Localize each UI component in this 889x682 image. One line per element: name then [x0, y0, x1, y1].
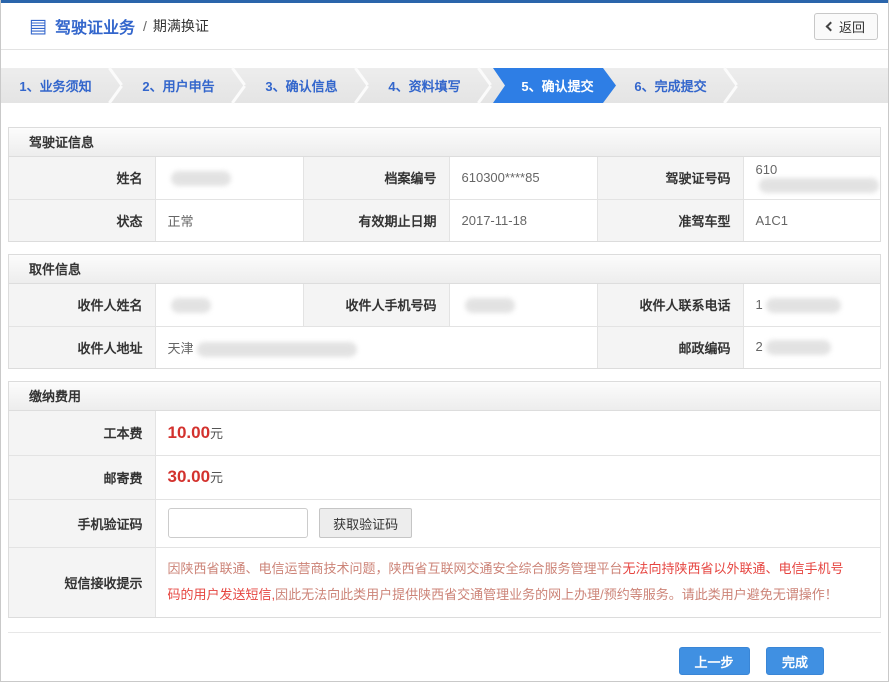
status-label: 状态	[9, 199, 155, 241]
production-fee-amount: 10.00	[168, 423, 211, 442]
redacted-text	[197, 342, 357, 357]
vehicle-type-value: A1C1	[743, 199, 880, 241]
chevron-left-icon	[826, 21, 836, 31]
recipient-name-label: 收件人姓名	[9, 284, 155, 326]
license-section-title: 驾驶证信息	[9, 128, 880, 157]
redacted-text	[766, 298, 841, 313]
breadcrumb-separator: /	[143, 18, 147, 34]
file-no-value: 610300****85	[449, 157, 597, 199]
step-1-notice: 1、业务须知	[1, 68, 110, 103]
redacted-text	[766, 340, 831, 355]
production-fee-unit: 元	[210, 426, 223, 441]
step-separator-icon	[356, 68, 370, 103]
pickup-info-section: 取件信息 收件人姓名 收件人手机号码 收件人联系电话 1 收件人地址 天津 邮政…	[8, 254, 881, 369]
sms-notice-value: 因陕西省联通、电信运营商技术问题，陕西省互联网交通安全综合服务管理平台无法向持陕…	[155, 547, 880, 617]
valid-until-value: 2017-11-18	[449, 199, 597, 241]
pickup-info-table: 收件人姓名 收件人手机号码 收件人联系电话 1 收件人地址 天津 邮政编码 2	[9, 284, 880, 368]
fees-section: 缴纳费用 工本费 10.00元 邮寄费 30.00元 手机验证码 获取验证码	[8, 381, 881, 618]
table-row: 手机验证码 获取验证码	[9, 499, 880, 547]
redacted-text	[171, 171, 231, 186]
captcha-label: 手机验证码	[9, 499, 155, 547]
back-button[interactable]: 返回	[814, 13, 878, 40]
recipient-name-value	[155, 284, 303, 326]
vehicle-type-label: 准驾车型	[597, 199, 743, 241]
back-button-label: 返回	[839, 17, 865, 36]
sms-notice-text: 因陕西省联通、电信运营商技术问题，陕西省互联网交通安全综合服务管理平台无法向持陕…	[168, 548, 871, 616]
production-fee-value: 10.00元	[155, 411, 880, 455]
recipient-mobile-label: 收件人手机号码	[303, 284, 449, 326]
get-captcha-button[interactable]: 获取验证码	[319, 508, 412, 538]
production-fee-label: 工本费	[9, 411, 155, 455]
step-separator-icon	[479, 68, 493, 103]
table-row: 姓名 档案编号 610300****85 驾驶证号码 610	[9, 157, 880, 199]
license-info-table: 姓名 档案编号 610300****85 驾驶证号码 610 状态 正常 有效期…	[9, 157, 880, 241]
footer-actions: 上一步 完成	[1, 633, 888, 675]
stepbar-filler	[739, 68, 888, 103]
captcha-cell: 获取验证码	[155, 499, 880, 547]
page-header: ▤ 驾驶证业务 / 期满换证 返回	[1, 3, 888, 50]
page-title: 驾驶证业务	[55, 14, 135, 38]
step-separator-icon	[110, 68, 124, 103]
table-row: 收件人地址 天津 邮政编码 2	[9, 326, 880, 368]
table-row: 短信接收提示 因陕西省联通、电信运营商技术问题，陕西省互联网交通安全综合服务管理…	[9, 547, 880, 617]
file-no-label: 档案编号	[303, 157, 449, 199]
table-row: 工本费 10.00元	[9, 411, 880, 455]
postage-fee-label: 邮寄费	[9, 455, 155, 499]
recipient-address-value: 天津	[155, 326, 597, 368]
step-5-confirm-submit-active: 5、确认提交	[493, 68, 616, 103]
breadcrumb-current: 期满换证	[153, 16, 209, 36]
postage-fee-unit: 元	[210, 470, 223, 485]
step-6-complete-submit: 6、完成提交	[616, 68, 725, 103]
captcha-input[interactable]	[168, 508, 308, 538]
postal-code-value: 2	[743, 326, 880, 368]
status-value: 正常	[155, 199, 303, 241]
fees-table: 工本费 10.00元 邮寄费 30.00元 手机验证码 获取验证码 短信接收提	[9, 411, 880, 617]
license-no-label: 驾驶证号码	[597, 157, 743, 199]
recipient-phone-label: 收件人联系电话	[597, 284, 743, 326]
previous-step-button[interactable]: 上一步	[679, 647, 750, 675]
postal-code-label: 邮政编码	[597, 326, 743, 368]
recipient-address-label: 收件人地址	[9, 326, 155, 368]
step-separator-icon	[725, 68, 739, 103]
name-label: 姓名	[9, 157, 155, 199]
step-2-declaration: 2、用户申告	[124, 68, 233, 103]
table-row: 状态 正常 有效期止日期 2017-11-18 准驾车型 A1C1	[9, 199, 880, 241]
recipient-phone-value: 1	[743, 284, 880, 326]
step-3-confirm-info: 3、确认信息	[247, 68, 356, 103]
page: ▤ 驾驶证业务 / 期满换证 返回 1、业务须知 2、用户申告 3、确认信息 4…	[0, 0, 889, 682]
license-no-value: 610	[743, 157, 880, 199]
recipient-mobile-value	[449, 284, 597, 326]
name-value	[155, 157, 303, 199]
step-wizard-bar: 1、业务须知 2、用户申告 3、确认信息 4、资料填写 5、确认提交 6、完成提…	[1, 68, 888, 103]
sms-notice-label: 短信接收提示	[9, 547, 155, 617]
pickup-section-title: 取件信息	[9, 255, 880, 284]
finish-button[interactable]: 完成	[766, 647, 824, 675]
postage-fee-value: 30.00元	[155, 455, 880, 499]
redacted-text	[759, 178, 879, 193]
postage-fee-amount: 30.00	[168, 467, 211, 486]
redacted-text	[171, 298, 211, 313]
redacted-text	[465, 298, 515, 313]
step-separator-icon	[233, 68, 247, 103]
license-info-section: 驾驶证信息 姓名 档案编号 610300****85 驾驶证号码 610 状态 …	[8, 127, 881, 242]
step-4-fill-data: 4、资料填写	[370, 68, 479, 103]
form-list-icon: ▤	[29, 17, 47, 36]
fees-section-title: 缴纳费用	[9, 382, 880, 411]
valid-until-label: 有效期止日期	[303, 199, 449, 241]
table-row: 邮寄费 30.00元	[9, 455, 880, 499]
table-row: 收件人姓名 收件人手机号码 收件人联系电话 1	[9, 284, 880, 326]
